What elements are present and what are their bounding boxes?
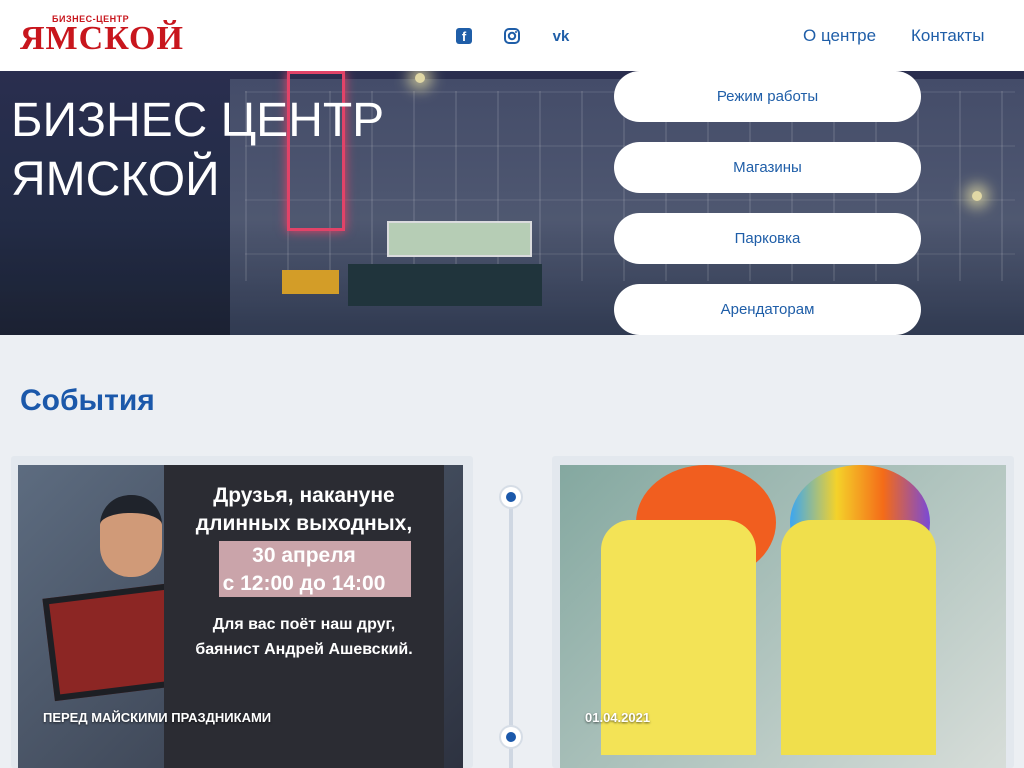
site-logo[interactable]: БИЗНЕС-ЦЕНТР ЯМСКОЙ — [20, 14, 183, 56]
page-title: БИЗНЕС ЦЕНТР ЯМСКОЙ — [11, 94, 385, 206]
instagram-icon-svg — [504, 28, 520, 44]
facebook-icon[interactable]: f — [454, 26, 474, 46]
menu-button-tenants[interactable]: Арендаторам — [614, 284, 921, 335]
site-header: БИЗНЕС-ЦЕНТР ЯМСКОЙ f vk О центре Контак… — [0, 0, 1024, 71]
menu-button-hours[interactable]: Режим работы — [614, 71, 921, 122]
poster-line: Друзья, накануне — [213, 484, 395, 507]
event-date: 01.04.2021 — [585, 710, 651, 725]
clown-figure — [781, 520, 936, 755]
vk-icon-glyph: vk — [552, 27, 570, 45]
menu-button-parking[interactable]: Парковка — [614, 213, 921, 264]
menu-button-shops[interactable]: Магазины — [614, 142, 921, 193]
poster-line: длинных выходных, — [195, 512, 413, 535]
logo-title: ЯМСКОЙ — [20, 20, 184, 57]
nav-about[interactable]: О центре — [803, 26, 876, 46]
instagram-icon[interactable] — [502, 26, 522, 46]
nav-contacts[interactable]: Контакты — [911, 26, 984, 46]
poster-line: баянист Андрей Ашевский. — [195, 641, 413, 658]
person-head — [100, 495, 162, 577]
hero-banner: БИЗНЕС ЦЕНТР ЯМСКОЙ Режим работы Магазин… — [0, 71, 1024, 335]
timeline-dot — [501, 727, 521, 747]
poster-line: Для вас поёт наш друг, — [212, 616, 396, 633]
svg-text:f: f — [462, 29, 467, 44]
poster-line: с 12:00 до 14:00 — [222, 572, 386, 595]
facebook-icon-svg: f — [456, 28, 472, 44]
vk-icon[interactable]: vk — [550, 26, 572, 46]
poster-line: 30 апреля — [252, 544, 356, 567]
event-caption: ПЕРЕД МАЙСКИМИ ПРАЗДНИКАМИ — [43, 710, 272, 725]
events-title: События — [20, 384, 155, 417]
timeline-dot — [501, 487, 521, 507]
